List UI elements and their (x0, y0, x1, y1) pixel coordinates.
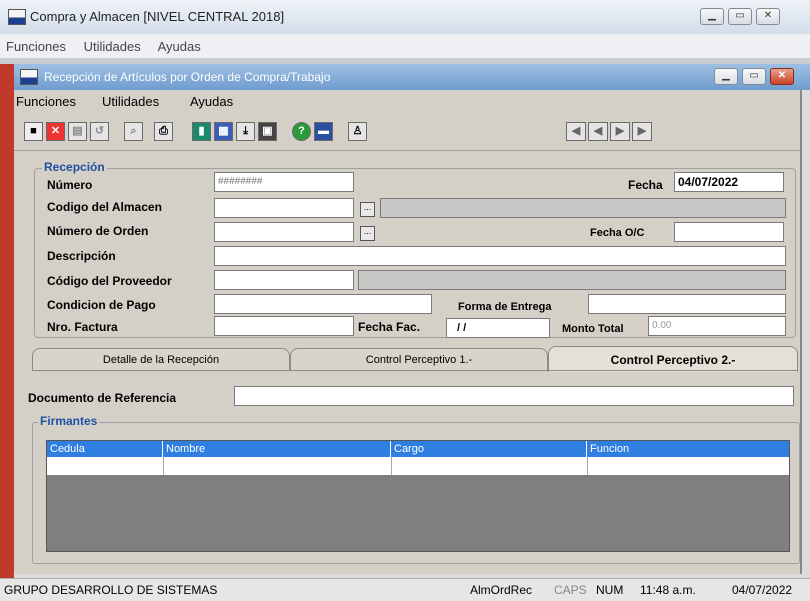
forma-entrega-label: Forma de Entrega (458, 301, 552, 313)
firmantes-group-label: Firmantes (38, 414, 100, 428)
inner-menubar: Funciones Utilidades Ayudas (14, 90, 800, 112)
inner-window-title: Recepción de Artículos por Orden de Comp… (44, 70, 331, 84)
tab-control-perceptivo-1[interactable]: Control Perceptivo 1.- (290, 348, 548, 370)
inner-menu-utilidades[interactable]: Utilidades (102, 94, 159, 109)
recepcion-group-label: Recepción (42, 160, 107, 174)
toolbar: ■ ✕ ▤ ↺ ⌕ ⎙ ▮ ▦ ⤓ ▣ ? ▬ ♙ ◀ ◀ ▶ ▶ (14, 112, 800, 151)
status-num: NUM (596, 583, 624, 597)
grid-col-divider (163, 457, 164, 475)
grid-row[interactable] (47, 457, 789, 475)
monto-total-field[interactable]: 0.00 (648, 316, 786, 336)
fecha-fac-field[interactable]: / / (446, 318, 550, 338)
status-bar: GRUPO DESARROLLO DE SISTEMAS AlmOrdRec C… (0, 578, 810, 601)
printer-icon[interactable]: ⎙ (154, 122, 173, 141)
descripcion-field[interactable] (214, 246, 786, 266)
firmantes-grid[interactable]: Cedula Nombre Cargo Funcion (46, 440, 790, 552)
inner-menu-funciones[interactable]: Funciones (16, 94, 76, 109)
previous-record-icon[interactable]: ◀ (588, 122, 608, 141)
form-icon[interactable]: ▬ (314, 122, 333, 141)
codigo-proveedor-label: Código del Proveedor (47, 274, 172, 288)
grid-col-divider (391, 457, 392, 475)
numero-orden-label: Número de Orden (47, 224, 149, 238)
inner-close-button[interactable]: ✕ (770, 68, 794, 85)
nro-factura-field[interactable] (214, 316, 354, 336)
descripcion-label: Descripción (47, 249, 116, 263)
undo-icon[interactable]: ↺ (90, 122, 109, 141)
outer-maximize-button[interactable]: ▭ (728, 8, 752, 25)
fecha-oc-field[interactable] (674, 222, 784, 242)
print-preview-icon[interactable]: ▤ (68, 122, 87, 141)
inner-minimize-button[interactable]: ▁ (714, 68, 738, 85)
inner-window-titlebar: Recepción de Artículos por Orden de Comp… (14, 64, 810, 90)
documento-referencia-label: Documento de Referencia (28, 391, 177, 405)
app-icon (8, 9, 26, 25)
outer-menubar: Funciones Utilidades Ayudas (0, 34, 810, 58)
nro-factura-label: Nro. Factura (47, 320, 118, 334)
status-date: 04/07/2022 (732, 583, 793, 597)
last-record-icon[interactable]: ▶ (632, 122, 652, 141)
tab-control-perceptivo-2[interactable]: Control Perceptivo 2.- (548, 346, 798, 372)
help-icon[interactable]: ? (292, 122, 311, 141)
fecha-fac-label: Fecha Fac. (358, 320, 421, 334)
codigo-almacen-label: Codigo del Almacen (47, 200, 162, 214)
grid-header-funcion[interactable]: Funcion (587, 441, 789, 457)
inner-app-icon (20, 69, 38, 85)
grid-header-cedula[interactable]: Cedula (47, 441, 163, 457)
numero-orden-field[interactable] (214, 222, 354, 242)
status-company: GRUPO DESARROLLO DE SISTEMAS (4, 583, 218, 597)
numero-field[interactable]: ######## (214, 172, 354, 192)
search-icon[interactable]: ⌕ (124, 122, 143, 141)
grid-header-nombre[interactable]: Nombre (163, 441, 391, 457)
outer-left-border (0, 64, 14, 578)
image-icon[interactable]: ▣ (258, 122, 277, 141)
condicion-pago-label: Condicion de Pago (47, 298, 156, 312)
inner-maximize-button[interactable]: ▭ (742, 68, 766, 85)
next-record-icon[interactable]: ▶ (610, 122, 630, 141)
outer-close-button[interactable]: ✕ (756, 8, 780, 25)
grid-header: Cedula Nombre Cargo Funcion (47, 441, 789, 457)
export-icon[interactable]: ⤓ (236, 122, 255, 141)
exit-icon[interactable]: ▮ (192, 122, 211, 141)
outer-minimize-button[interactable]: ▁ (700, 8, 724, 25)
grid-col-divider (587, 457, 588, 475)
fecha-oc-label: Fecha O/C (590, 227, 645, 239)
inner-window-body: Funciones Utilidades Ayudas ■ ✕ ▤ ↺ ⌕ ⎙ … (14, 90, 802, 574)
outer-menu-funciones[interactable]: Funciones (6, 39, 66, 54)
condicion-pago-field[interactable] (214, 294, 432, 314)
proveedor-name-field (358, 270, 786, 290)
first-record-icon[interactable]: ◀ (566, 122, 586, 141)
codigo-almacen-field[interactable] (214, 198, 354, 218)
numero-orden-lookup-button[interactable]: ... (360, 226, 375, 241)
save-icon[interactable]: ■ (24, 122, 43, 141)
status-caps: CAPS (554, 583, 587, 597)
fecha-field[interactable]: 04/07/2022 (674, 172, 784, 192)
codigo-proveedor-field[interactable] (214, 270, 354, 290)
monto-total-label: Monto Total (562, 323, 624, 335)
tab-divider (32, 370, 798, 371)
forma-entrega-field[interactable] (588, 294, 786, 314)
outer-menu-utilidades[interactable]: Utilidades (84, 39, 141, 54)
inner-menu-ayudas[interactable]: Ayudas (190, 94, 233, 109)
codigo-almacen-lookup-button[interactable]: ... (360, 202, 375, 217)
calendar-icon[interactable]: ▦ (214, 122, 233, 141)
outer-window-title: Compra y Almacen [NIVEL CENTRAL 2018] (30, 9, 285, 24)
tab-detalle-recepcion[interactable]: Detalle de la Recepción (32, 348, 290, 370)
outer-menu-ayudas[interactable]: Ayudas (158, 39, 201, 54)
grid-header-cargo[interactable]: Cargo (391, 441, 587, 457)
almacen-description-field (380, 198, 786, 218)
outer-window-titlebar: Compra y Almacen [NIVEL CENTRAL 2018] ▁ … (0, 0, 810, 34)
status-time: 11:48 a.m. (640, 583, 696, 597)
status-module: AlmOrdRec (470, 583, 533, 597)
fecha-label: Fecha (628, 178, 663, 192)
user-icon[interactable]: ♙ (348, 122, 367, 141)
cancel-icon[interactable]: ✕ (46, 122, 65, 141)
numero-label: Número (47, 178, 93, 192)
documento-referencia-field[interactable] (234, 386, 794, 406)
